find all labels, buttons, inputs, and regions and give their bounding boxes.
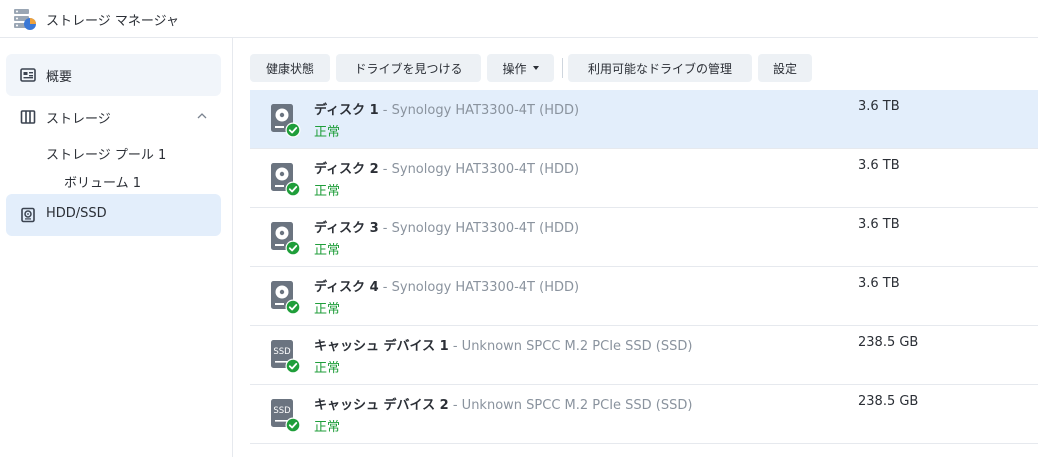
disk-name: キャッシュ デバイス 1 bbox=[314, 339, 449, 354]
disk-status: 正常 bbox=[314, 361, 341, 376]
ssd-drive-icon: SSD bbox=[271, 399, 301, 433]
storage-manager-icon bbox=[14, 9, 36, 30]
sidebar-item-volume[interactable]: ボリューム 1 bbox=[64, 172, 141, 191]
check-icon bbox=[285, 358, 301, 374]
disk-model: - Synology HAT3300-4T (HDD) bbox=[378, 162, 580, 177]
settings-button[interactable]: 設定 bbox=[758, 54, 812, 82]
disk-model: - Synology HAT3300-4T (HDD) bbox=[378, 103, 580, 118]
disk-status: 正常 bbox=[314, 243, 341, 258]
ssd-drive-icon: SSD bbox=[271, 340, 301, 374]
main-panel: 健康状態 ドライブを見つける 操作 利用可能なドライブの管理 設定 ディスク 1… bbox=[234, 38, 1038, 457]
manage-drives-button[interactable]: 利用可能なドライブの管理 bbox=[568, 54, 752, 82]
disk-name: ディスク 1 bbox=[314, 103, 379, 118]
manage-drives-button-label: 利用可能なドライブの管理 bbox=[587, 61, 732, 76]
disk-status: 正常 bbox=[314, 125, 341, 140]
storage-icon bbox=[20, 110, 36, 124]
disk-size: 238.5 GB bbox=[858, 335, 919, 350]
disk-row[interactable]: ディスク 3 - Synology HAT3300-4T (HDD) 正常 3.… bbox=[250, 208, 1038, 267]
ssd-icon-label: SSD bbox=[273, 406, 291, 416]
hdd-drive-icon bbox=[271, 281, 301, 315]
find-drive-button[interactable]: ドライブを見つける bbox=[336, 54, 481, 82]
disk-row[interactable]: ディスク 1 - Synology HAT3300-4T (HDD) 正常 3.… bbox=[250, 90, 1038, 149]
action-dropdown-button[interactable]: 操作 bbox=[487, 54, 554, 82]
title-bar: ストレージ マネージャ bbox=[0, 0, 1038, 38]
hdd-drive-icon bbox=[271, 222, 301, 256]
disk-list: ディスク 1 - Synology HAT3300-4T (HDD) 正常 3.… bbox=[250, 90, 1038, 444]
sidebar-item-storage-pool[interactable]: ストレージ プール 1 bbox=[46, 144, 166, 163]
overview-icon bbox=[20, 68, 36, 82]
find-drive-button-label: ドライブを見つける bbox=[354, 61, 463, 76]
disk-size: 3.6 TB bbox=[858, 217, 900, 232]
disk-name-line: ディスク 3 - Synology HAT3300-4T (HDD) bbox=[314, 217, 579, 236]
disk-row[interactable]: ディスク 2 - Synology HAT3300-4T (HDD) 正常 3.… bbox=[250, 149, 1038, 208]
disk-size: 3.6 TB bbox=[858, 158, 900, 173]
disk-name-line: キャッシュ デバイス 1 - Unknown SPCC M.2 PCIe SSD… bbox=[314, 335, 692, 354]
disk-size: 238.5 GB bbox=[858, 394, 919, 409]
disk-model: - Synology HAT3300-4T (HDD) bbox=[378, 280, 580, 295]
action-button-label: 操作 bbox=[502, 61, 527, 76]
health-button-label: 健康状態 bbox=[265, 61, 314, 76]
disk-name: ディスク 3 bbox=[314, 221, 379, 236]
disk-status: 正常 bbox=[314, 302, 341, 317]
disk-row[interactable]: SSD キャッシュ デバイス 2 - Unknown SPCC M.2 PCIe… bbox=[250, 385, 1038, 444]
sidebar-item-overview[interactable]: 概要 bbox=[6, 54, 221, 96]
disk-name: ディスク 4 bbox=[314, 280, 379, 295]
check-icon bbox=[285, 240, 301, 256]
disk-model: - Unknown SPCC M.2 PCIe SSD (SSD) bbox=[448, 398, 693, 413]
check-icon bbox=[285, 417, 301, 433]
sidebar-item-storage[interactable]: ストレージ bbox=[6, 96, 221, 138]
chevron-up-icon[interactable] bbox=[196, 111, 208, 121]
disk-name: キャッシュ デバイス 2 bbox=[314, 398, 449, 413]
disk-name: ディスク 2 bbox=[314, 162, 379, 177]
disk-name-line: ディスク 1 - Synology HAT3300-4T (HDD) bbox=[314, 99, 579, 118]
disk-model: - Synology HAT3300-4T (HDD) bbox=[378, 221, 580, 236]
disk-size: 3.6 TB bbox=[858, 276, 900, 291]
settings-button-label: 設定 bbox=[772, 61, 797, 76]
toolbar-divider bbox=[562, 58, 563, 78]
sidebar-item-label: HDD/SSD bbox=[46, 206, 107, 221]
health-button[interactable]: 健康状態 bbox=[250, 54, 330, 82]
check-icon bbox=[285, 122, 301, 138]
check-icon bbox=[285, 299, 301, 315]
disk-name-line: ディスク 4 - Synology HAT3300-4T (HDD) bbox=[314, 276, 579, 295]
disk-name-line: キャッシュ デバイス 2 - Unknown SPCC M.2 PCIe SSD… bbox=[314, 394, 692, 413]
sidebar: 概要 ストレージ ストレージ プール 1 ボリューム 1 HDD/SSD bbox=[0, 38, 233, 457]
sidebar-item-hdd-ssd[interactable]: HDD/SSD bbox=[6, 194, 221, 236]
disk-row[interactable]: ディスク 4 - Synology HAT3300-4T (HDD) 正常 3.… bbox=[250, 267, 1038, 326]
disk-status: 正常 bbox=[314, 420, 341, 435]
caret-down-icon bbox=[532, 66, 539, 70]
disk-row[interactable]: SSD キャッシュ デバイス 1 - Unknown SPCC M.2 PCIe… bbox=[250, 326, 1038, 385]
sidebar-item-label: ストレージ bbox=[46, 112, 111, 127]
disk-status: 正常 bbox=[314, 184, 341, 199]
ssd-icon-label: SSD bbox=[273, 347, 291, 357]
check-icon bbox=[285, 181, 301, 197]
disk-name-line: ディスク 2 - Synology HAT3300-4T (HDD) bbox=[314, 158, 579, 177]
hdd-drive-icon bbox=[271, 104, 301, 138]
disk-size: 3.6 TB bbox=[858, 99, 900, 114]
hdd-drive-icon bbox=[271, 163, 301, 197]
sidebar-item-label: 概要 bbox=[46, 70, 73, 85]
app-title: ストレージ マネージャ bbox=[46, 14, 179, 29]
hdd-icon bbox=[21, 207, 35, 223]
disk-model: - Unknown SPCC M.2 PCIe SSD (SSD) bbox=[448, 339, 693, 354]
